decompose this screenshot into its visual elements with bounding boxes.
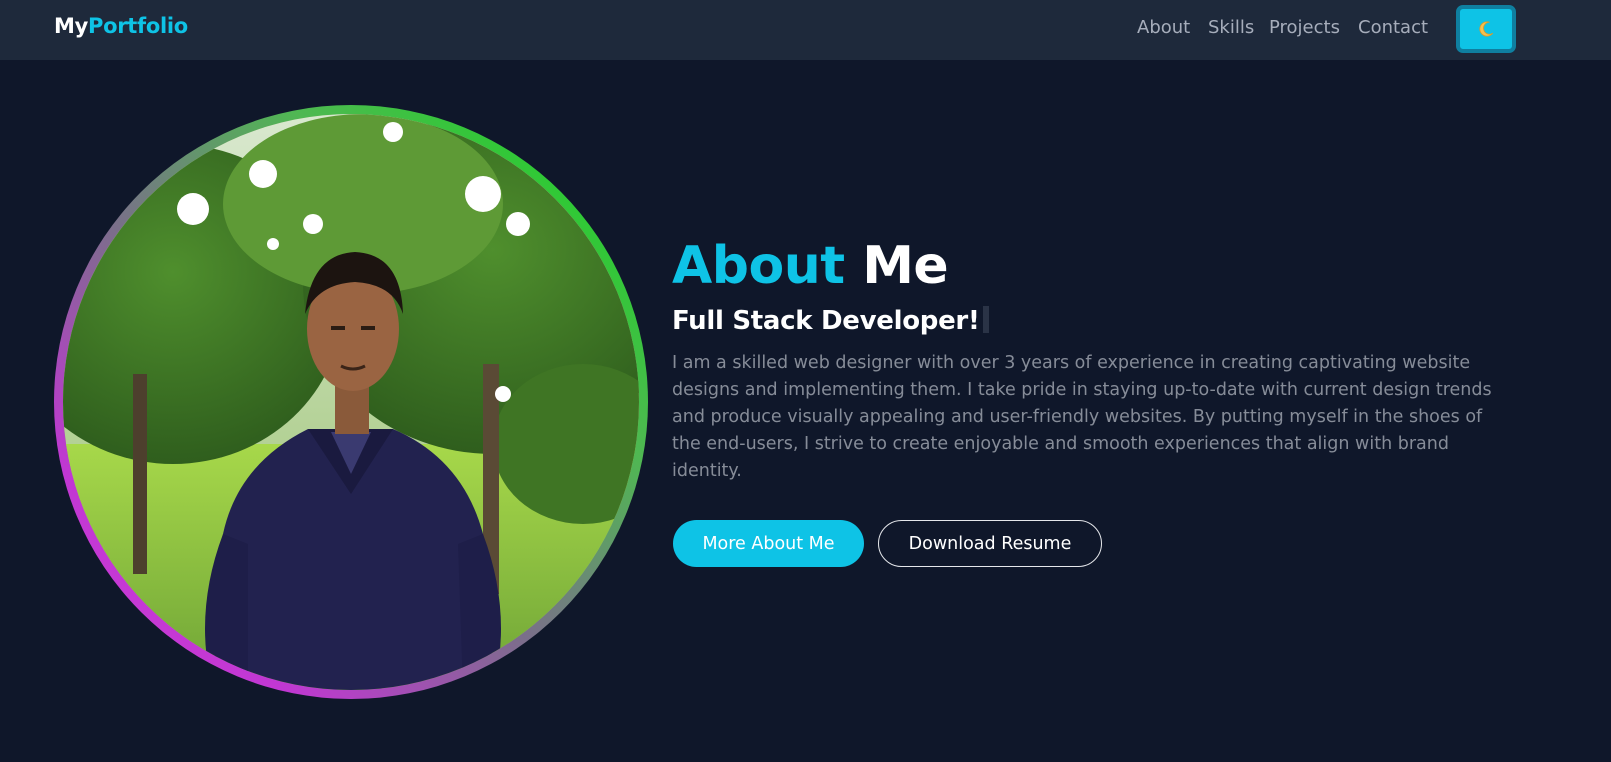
nav-link-contact[interactable]: Contact: [1358, 17, 1428, 38]
profile-photo-illustration: [63, 114, 639, 690]
profile-photo: [63, 114, 639, 690]
nav-link-projects[interactable]: Projects: [1269, 17, 1340, 38]
bio-paragraph: I am a skilled web designer with over 3 …: [672, 353, 1492, 481]
profile-photo-ring: [54, 105, 648, 699]
more-about-me-button[interactable]: More About Me: [673, 520, 864, 567]
about-heading-main: Me: [862, 236, 949, 296]
role-subtitle: Full Stack Developer!: [672, 306, 989, 336]
navbar: MyPortfolio About Skills Projects Contac…: [0, 0, 1611, 60]
moon-icon: [1479, 21, 1494, 37]
theme-toggle-button[interactable]: [1456, 5, 1516, 53]
role-subtitle-text: Full Stack Developer!: [672, 306, 980, 336]
logo-part-my: My: [54, 14, 88, 38]
nav-link-about[interactable]: About: [1137, 17, 1190, 38]
about-heading-accent: About: [672, 236, 845, 296]
download-resume-button[interactable]: Download Resume: [878, 520, 1102, 567]
logo-part-portfolio: Portfolio: [88, 14, 188, 38]
about-heading: About Me: [672, 236, 949, 296]
nav-link-skills[interactable]: Skills: [1208, 17, 1254, 38]
site-logo[interactable]: MyPortfolio: [54, 14, 188, 38]
typing-caret: [982, 306, 989, 333]
